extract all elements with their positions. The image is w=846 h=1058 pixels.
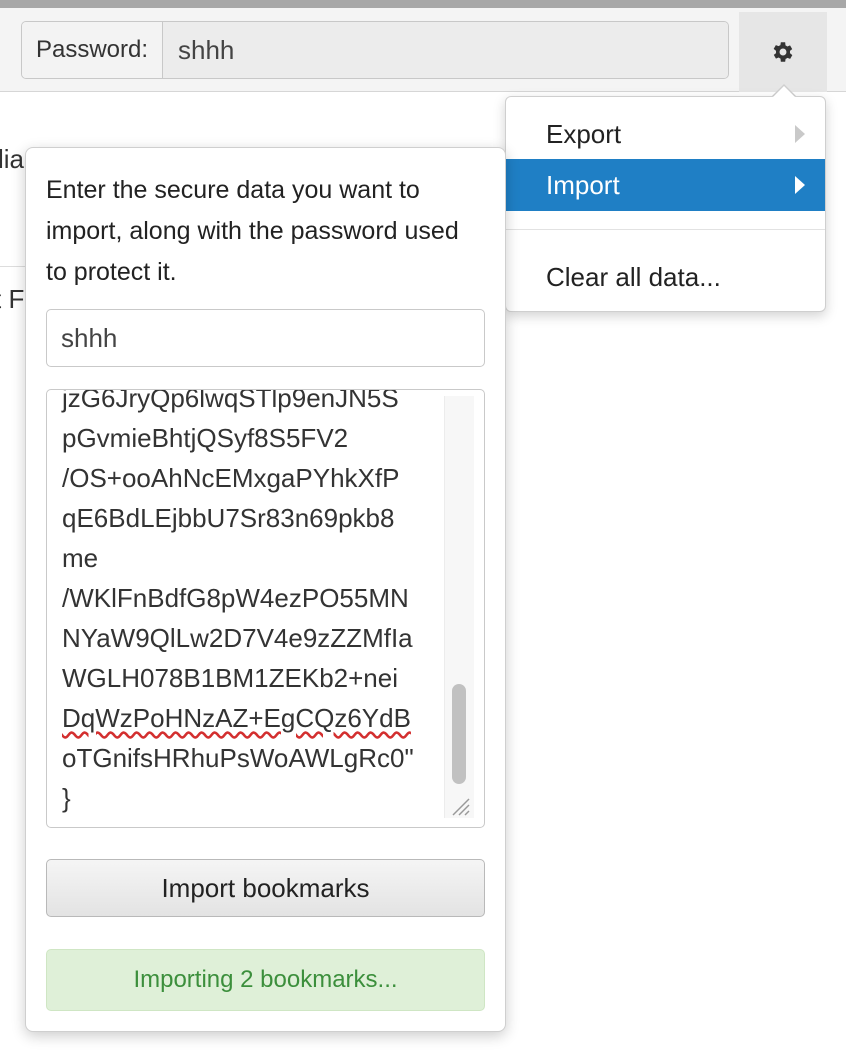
password-input[interactable] [164, 22, 728, 78]
secure-data-textarea[interactable]: jzG6JryQp6lwqSTlp9enJN5S pGvmieBhtjQSyf8S… [46, 389, 485, 828]
secure-data-content: jzG6JryQp6lwqSTlp9enJN5S pGvmieBhtjQSyf8S… [62, 389, 442, 818]
window-top-edge [0, 0, 846, 8]
data-line: pGvmieBhtjQSyf8S5FV2 [62, 423, 349, 453]
dropdown-caret-fill [772, 86, 796, 98]
data-line: me [62, 543, 99, 573]
data-line: WGLH078B1BM1ZEKb2+nei [62, 663, 399, 693]
data-line: jzG6JryQp6lwqSTlp9enJN5S [62, 389, 399, 413]
import-instructions: Enter the secure data you want to import… [46, 176, 459, 286]
toolbar: Password: [0, 8, 846, 92]
data-line: DqWzPoHNzAZ+EgCQz6YdB [62, 703, 411, 733]
resize-handle-icon[interactable] [449, 795, 471, 817]
menu-item-import[interactable]: Import [506, 159, 825, 211]
settings-button[interactable] [739, 12, 827, 92]
password-label: Password: [22, 22, 163, 78]
import-status-message: Importing 2 bookmarks... [46, 949, 485, 1011]
password-group: Password: [21, 21, 729, 79]
background-text-fragment: lia [0, 144, 25, 174]
gear-icon [773, 42, 793, 62]
data-line: /OS+ooAhNcEMxgaPYhkXfP [62, 463, 400, 493]
scrollbar-thumb[interactable] [452, 684, 466, 784]
import-bookmarks-button[interactable]: Import bookmarks [46, 859, 485, 917]
import-password-input[interactable] [46, 309, 485, 367]
menu-divider [506, 229, 825, 230]
menu-item-clear-all-data[interactable]: Clear all data... [506, 251, 825, 303]
import-panel: Enter the secure data you want to import… [25, 147, 506, 1032]
menu-item-label: Import [546, 170, 620, 200]
chevron-right-icon [795, 125, 805, 143]
settings-dropdown-menu: Export Import Clear all data... [505, 96, 826, 312]
menu-item-label: Export [546, 119, 622, 149]
data-line: } [62, 783, 71, 813]
background-text-fragment: t F [0, 284, 25, 314]
menu-item-export[interactable]: Export [506, 108, 825, 160]
menu-item-label: Clear all data... [546, 262, 721, 292]
data-line: /WKlFnBdfG8pW4ezPO55MN [62, 583, 409, 613]
data-line: qE6BdLEjbbU7Sr83n69pkb8 [62, 503, 395, 533]
data-line: oTGnifsHRhuPsWoAWLgRc0" [62, 743, 414, 773]
chevron-right-icon [795, 176, 805, 194]
data-line: NYaW9QlLw2D7V4e9zZZMfIa [62, 623, 413, 653]
